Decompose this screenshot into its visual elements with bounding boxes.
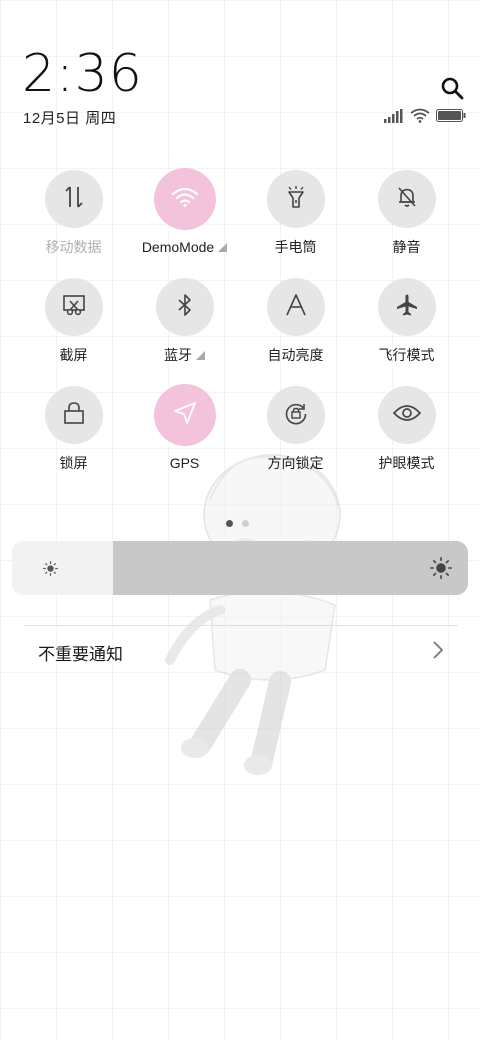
tile-rotation-lock[interactable]: 方向锁定 xyxy=(240,386,351,472)
auto-brightness-icon xyxy=(284,293,308,322)
expand-indicator-icon[interactable] xyxy=(218,242,228,252)
page-dot-active[interactable] xyxy=(226,520,233,527)
tile-label: 手电筒 xyxy=(274,239,317,255)
tile-auto-brightness[interactable]: 自动亮度 xyxy=(240,278,351,364)
battery-icon xyxy=(436,109,466,127)
tile-mobile-data[interactable]: 移动数据 xyxy=(18,170,129,256)
character-illustration xyxy=(150,430,390,795)
brightness-high-icon xyxy=(430,557,453,584)
tile-label: 飞行模式 xyxy=(378,347,435,363)
wifi-icon xyxy=(171,187,198,212)
tile-circle[interactable] xyxy=(266,386,325,444)
tile-label-row: DemoMode xyxy=(141,238,228,256)
brightness-slider[interactable] xyxy=(12,541,468,595)
tile-label: 自动亮度 xyxy=(267,347,324,363)
wifi-status-icon xyxy=(410,108,430,128)
rotation-lock-icon xyxy=(283,400,309,431)
clock: 2:36 xyxy=(22,44,143,104)
screenshot-icon xyxy=(62,293,86,322)
tile-circle[interactable] xyxy=(153,168,216,230)
tile-circle[interactable] xyxy=(153,384,216,446)
tile-label: DemoMode xyxy=(141,239,215,255)
tile-circle[interactable] xyxy=(377,386,436,444)
tile-circle[interactable] xyxy=(377,170,436,228)
lock-icon xyxy=(63,401,85,430)
tile-label: 方向锁定 xyxy=(267,455,324,471)
eye-icon xyxy=(392,403,421,428)
tile-label-row: 蓝牙 xyxy=(164,346,205,364)
status-icons xyxy=(384,108,466,128)
mobile-data-icon xyxy=(63,185,85,214)
tile-circle[interactable] xyxy=(44,386,103,444)
tile-label: GPS xyxy=(169,455,200,471)
chevron-right-icon[interactable] xyxy=(432,640,444,665)
bluetooth-icon xyxy=(175,293,195,322)
tile-eye-care[interactable]: 护眼模式 xyxy=(351,386,462,472)
tile-gps[interactable]: GPS xyxy=(129,384,240,472)
tile-wifi[interactable]: DemoMode xyxy=(129,168,240,256)
tile-lock-screen[interactable]: 锁屏 xyxy=(18,386,129,472)
location-icon xyxy=(173,401,197,430)
tile-label: 移动数据 xyxy=(45,239,102,255)
date: 12月5日 周四 xyxy=(23,110,117,127)
unimportant-notifications-row[interactable]: 不重要通知 xyxy=(24,630,458,674)
bell-off-icon xyxy=(395,185,419,214)
tile-label: 蓝牙 xyxy=(164,347,192,363)
brightness-fill xyxy=(12,541,113,595)
tile-circle[interactable] xyxy=(377,278,436,336)
expand-indicator-icon[interactable] xyxy=(196,350,205,360)
tile-circle[interactable] xyxy=(266,278,325,336)
tile-flashlight[interactable]: 手电筒 xyxy=(240,170,351,256)
tile-screenshot[interactable]: 截屏 xyxy=(18,278,129,364)
tile-mute[interactable]: 静音 xyxy=(351,170,462,256)
tile-label: 截屏 xyxy=(59,347,88,363)
brightness-track[interactable] xyxy=(113,541,468,595)
airplane-icon xyxy=(395,293,419,322)
tile-circle[interactable] xyxy=(155,278,214,336)
brightness-low-icon xyxy=(43,561,58,581)
divider xyxy=(24,625,458,626)
notifications-label: 不重要通知 xyxy=(38,644,123,664)
tile-label: 锁屏 xyxy=(59,455,88,471)
signal-icon xyxy=(384,108,404,128)
tile-bluetooth[interactable]: 蓝牙 xyxy=(129,278,240,364)
tile-circle[interactable] xyxy=(44,170,103,228)
tile-circle[interactable] xyxy=(44,278,103,336)
flashlight-icon xyxy=(285,185,307,214)
tile-airplane-mode[interactable]: 飞行模式 xyxy=(351,278,462,364)
tile-label: 静音 xyxy=(392,239,421,255)
quick-settings-grid: 移动数据 DemoMode 手电筒 静音 截屏 蓝牙 自动亮度 飞行模式 锁屏 … xyxy=(18,168,462,472)
tile-label: 护眼模式 xyxy=(378,455,435,471)
search-icon[interactable] xyxy=(440,76,464,100)
page-indicator[interactable] xyxy=(226,520,249,527)
tile-circle[interactable] xyxy=(266,170,325,228)
page-dot[interactable] xyxy=(242,520,249,527)
